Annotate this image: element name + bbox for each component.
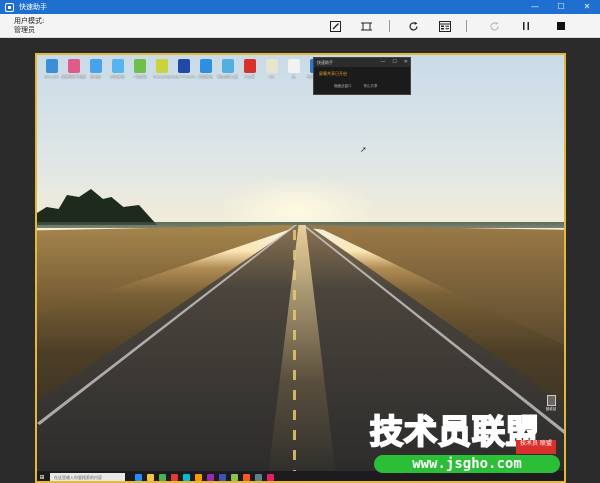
desktop-icon-label: 控制面板: [110, 75, 125, 79]
app-icon: [287, 59, 300, 73]
window-title: 快速助手: [19, 3, 47, 11]
mini-window-controls: — ☐ ✕: [373, 59, 408, 65]
app-icon: [243, 59, 256, 73]
app-icon: [45, 59, 58, 73]
desktop-icon-label: 系统自带工具: [217, 75, 238, 79]
pause-icon[interactable]: [518, 18, 534, 34]
stop-sharing-link[interactable]: 停止共享: [364, 84, 378, 89]
watermark-stamp: 技术员 联盟: [516, 440, 556, 454]
toolbar: 用户模式: 管理员: [0, 14, 600, 38]
taskbar-app-icon[interactable]: [267, 473, 274, 481]
taskbar-search-input[interactable]: 在这里输入你要搜索的内容: [50, 472, 125, 481]
desktop-icons: Emerald 百度网盘下载器 此电脑 控制面板 一键重装 Fireworks Adobe …: [41, 59, 327, 79]
desktop-icon-label: 一键重装: [132, 75, 147, 79]
window-controls: — ☐ ✕: [522, 0, 600, 14]
mini-restore-icon[interactable]: ☐: [392, 59, 396, 65]
road-centerline: [293, 230, 296, 481]
desktop-icon[interactable]: 迅: [283, 59, 304, 79]
user-mode-value: 管理员: [14, 26, 35, 34]
tree-line: [37, 189, 157, 225]
hide-window-link[interactable]: 隐藏此窗口: [334, 84, 352, 89]
watermark: 技术员联盟 技术员 联盟 www.jsgho.com: [366, 411, 566, 482]
taskbar-apps: [135, 473, 279, 481]
desktop-icon[interactable]: 高级系统: [195, 59, 216, 79]
desktop-icon[interactable]: 百度网盘下载器: [61, 59, 86, 79]
taskbar-app-icon[interactable]: [183, 473, 190, 481]
recycle-bin-icon: [546, 395, 556, 406]
desktop-icon-label: Fireworks: [153, 75, 170, 79]
mouse-cursor-icon: ➚: [360, 145, 367, 154]
title-bar: 快速助手 — ☐ ✕: [0, 0, 600, 14]
windows-start-icon[interactable]: ⊞: [37, 471, 47, 481]
user-mode-label: 用户模式:: [14, 17, 45, 25]
desktop-icon[interactable]: vbk: [261, 59, 282, 79]
app-logo-icon: [5, 2, 14, 12]
toolbar-separator: [466, 20, 467, 32]
desktop-icon-label: vbk: [268, 75, 275, 79]
recycle-bin[interactable]: 回收站: [544, 395, 558, 412]
app-icon: [133, 59, 146, 73]
desktop-icon-label: Emerald: [44, 75, 59, 79]
taskbar-app-icon[interactable]: [255, 473, 262, 481]
taskbar-app-icon[interactable]: [207, 473, 214, 481]
watermark-url: www.jsgho.com: [374, 455, 560, 473]
taskbar-app-icon[interactable]: [195, 473, 202, 481]
app-icon: [199, 59, 212, 73]
minimize-button[interactable]: —: [522, 0, 548, 14]
app-icon: [265, 59, 278, 73]
annotate-icon[interactable]: [327, 18, 343, 34]
taskbar-app-icon[interactable]: [231, 473, 238, 481]
desktop-icon-label: IT之家: [244, 75, 255, 79]
desktop-icon-label: 此电脑: [90, 75, 101, 79]
desktop-icon-label: 高级系统: [198, 75, 213, 79]
app-icon: [89, 59, 102, 73]
app-icon: [177, 59, 190, 73]
maximize-button[interactable]: ☐: [548, 0, 574, 14]
taskbar-app-icon[interactable]: [147, 473, 154, 481]
user-mode-info: 用户模式: 管理员: [14, 17, 44, 35]
watermark-text: 技术员联盟: [369, 411, 540, 452]
desktop-icon[interactable]: Adobe Photosh...: [169, 59, 198, 79]
desktop-icon-label: 百度网盘下载器: [61, 75, 86, 79]
app-icon: [155, 59, 168, 73]
app-icon: [221, 59, 234, 73]
close-button[interactable]: ✕: [574, 0, 600, 14]
task-manager-icon[interactable]: [437, 18, 453, 34]
mini-minimize-icon[interactable]: —: [380, 59, 385, 65]
desktop-icon[interactable]: Emerald: [41, 59, 62, 79]
desktop-icon-label: 迅: [291, 75, 296, 79]
app-icon: [67, 59, 80, 73]
desktop-icon[interactable]: 此电脑: [85, 59, 106, 79]
taskbar-app-icon[interactable]: [135, 473, 142, 481]
mini-window-message: 屏幕共享已开启: [319, 71, 347, 76]
taskbar-app-icon[interactable]: [159, 473, 166, 481]
mini-close-icon[interactable]: ✕: [404, 59, 408, 65]
desktop-icon[interactable]: IT之家: [239, 59, 260, 79]
reconnect-icon[interactable]: [486, 18, 502, 34]
taskbar-app-icon[interactable]: [243, 473, 250, 481]
desktop-icon[interactable]: 一键重装: [129, 59, 150, 79]
mini-window-links: 隐藏此窗口 停止共享: [314, 77, 410, 89]
desktop-icon-label: Adobe Photosh...: [168, 75, 199, 79]
desktop-icon[interactable]: 控制面板: [107, 59, 128, 79]
restart-icon[interactable]: [405, 18, 421, 34]
taskbar-app-icon[interactable]: [219, 473, 226, 481]
app-icon: [111, 59, 124, 73]
stop-icon[interactable]: [553, 18, 569, 34]
desktop-icon[interactable]: 系统自带工具: [217, 59, 238, 79]
toolbar-separator: [389, 20, 390, 32]
taskbar-app-icon[interactable]: [171, 473, 178, 481]
fit-screen-icon[interactable]: [358, 18, 374, 34]
helper-mini-window[interactable]: 快速助手 — ☐ ✕ 屏幕共享已开启 隐藏此窗口 停止共享: [313, 57, 411, 95]
